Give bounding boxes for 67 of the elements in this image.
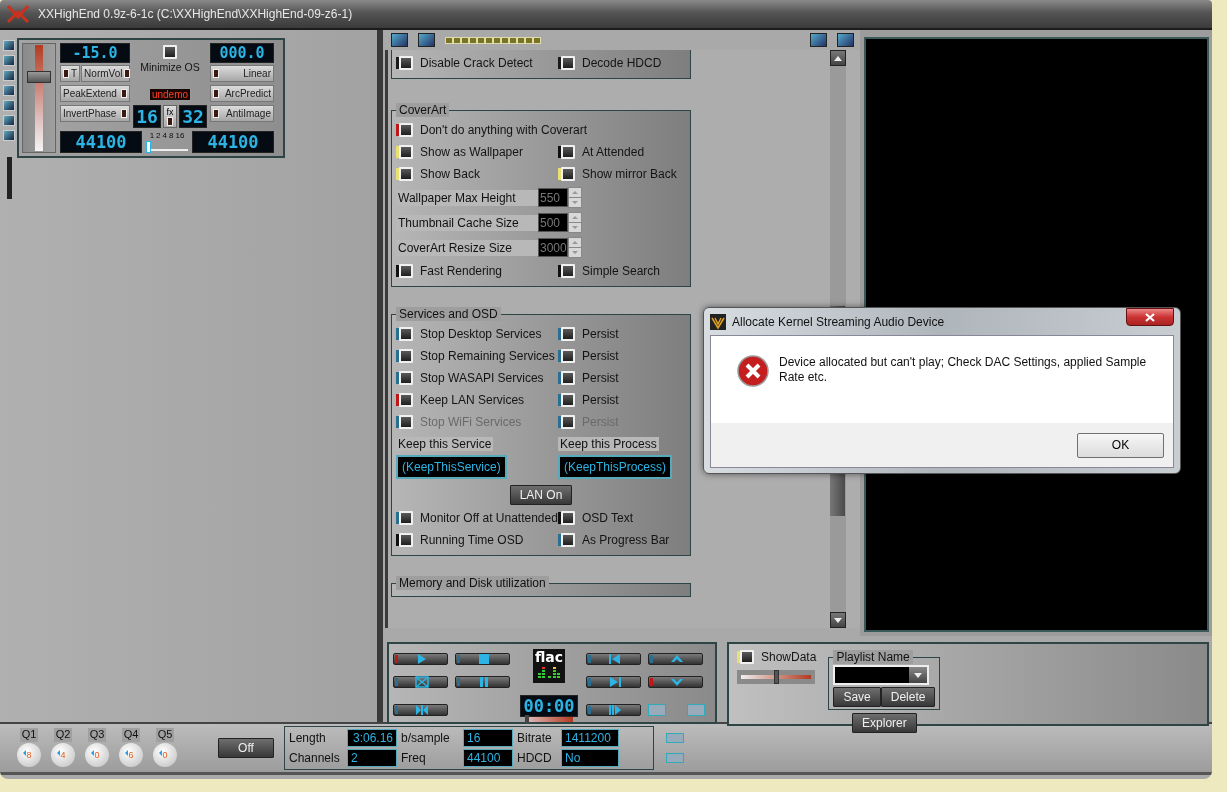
status-label: undemo [148, 87, 192, 101]
checkbox-label: Stop Desktop Services [420, 327, 542, 341]
checkbox-label: Disable Crack Detect [420, 56, 533, 70]
field-label: Keep this Process [558, 437, 659, 451]
window-title: XXHighEnd 0.9z-6-1c (C:\XXHighEnd\XXHighEnd-09-z6-1) [38, 7, 353, 21]
section-title: CoverArt [396, 103, 450, 117]
preset-label: Q5 [155, 727, 175, 742]
field-label: CoverArt Resize Size [396, 239, 538, 256]
section-title: Services and OSD [396, 307, 501, 321]
checkbox-label: Show as Wallpaper [420, 145, 523, 159]
info-label: Channels [289, 751, 341, 765]
checkbox-label: Decode HDCD [582, 56, 662, 70]
checkbox-label: Don't do anything with Coverart [420, 123, 588, 137]
tick-label: 2 [156, 131, 161, 140]
info-value: 3:06.16 [347, 729, 397, 747]
info-label: HDCD [517, 751, 553, 765]
info-value: 16 [463, 729, 513, 747]
checkbox-label: Stop WASAPI Services [420, 371, 544, 385]
checkbox-label: Running Time OSD [420, 533, 524, 547]
checkbox-label: Persist [582, 393, 619, 407]
checkbox-label: Stop WiFi Services [420, 415, 522, 429]
info-label: Length [289, 731, 327, 745]
checkbox-label: Persist [582, 371, 619, 385]
lcd-display: -15.0 [60, 43, 130, 63]
lcd-display: 44100 [192, 131, 274, 153]
lcd-display: 32 [179, 105, 207, 128]
dialog-message: Device allocated but can't play; Check DAC Settings, applied Sample Rate etc. [779, 355, 1148, 386]
lcd-display: 16 [133, 105, 161, 128]
checkbox-label: Simple Search [582, 264, 661, 278]
lcd-display: 44100 [60, 131, 142, 153]
info-value: 1411200 [561, 729, 619, 747]
preset-label: Q2 [53, 727, 73, 742]
group-title: Playlist Name [833, 650, 913, 664]
checkbox-label: Keep LAN Services [420, 393, 525, 407]
preset-label: Q1 [19, 727, 39, 742]
info-value: 44100 [463, 749, 513, 767]
dialog-title: Allocate Kernel Streaming Audio Device [732, 314, 945, 329]
field-label: Wallpaper Max Height [396, 189, 538, 206]
info-label: Freq [401, 751, 427, 765]
preset-label: Q4 [121, 727, 141, 742]
checkbox-label: Show Back [420, 167, 481, 181]
checkbox-label: Persist [582, 349, 619, 363]
checkbox-label: Show mirror Back [582, 167, 677, 181]
checkbox-label: Stop Remaining Services [420, 349, 555, 363]
checkbox-label: Minimize OS [140, 61, 200, 73]
lcd-display: 000.0 [210, 43, 274, 63]
info-label: b/sample [401, 731, 451, 745]
checkbox-label: Persist [582, 327, 619, 341]
tick-label: 1 [149, 131, 155, 140]
checkbox-label: As Progress Bar [582, 533, 670, 547]
tick-label: 4 [162, 131, 167, 140]
info-label: Bitrate [517, 731, 553, 745]
field-label: Keep this Service [396, 437, 494, 451]
field-label: Thumbnail Cache Size [396, 214, 538, 231]
time-display: 00:00 [520, 695, 578, 717]
flac-logo: flac [533, 649, 565, 683]
info-value: No [561, 749, 619, 767]
checkbox-label: At Attended [582, 145, 645, 159]
preset-label: Q3 [87, 727, 107, 742]
tick-label: 8 [169, 131, 174, 140]
checkbox-label: ShowData [761, 650, 817, 664]
section-title: Memory and Disk utilization [396, 576, 549, 590]
checkbox-label: OSD Text [582, 511, 634, 525]
info-value: 2 [347, 749, 397, 767]
checkbox-label: Fast Rendering [420, 264, 503, 278]
tick-label: 16 [175, 131, 185, 140]
checkbox-label: Monitor Off at Unattended [420, 511, 558, 525]
